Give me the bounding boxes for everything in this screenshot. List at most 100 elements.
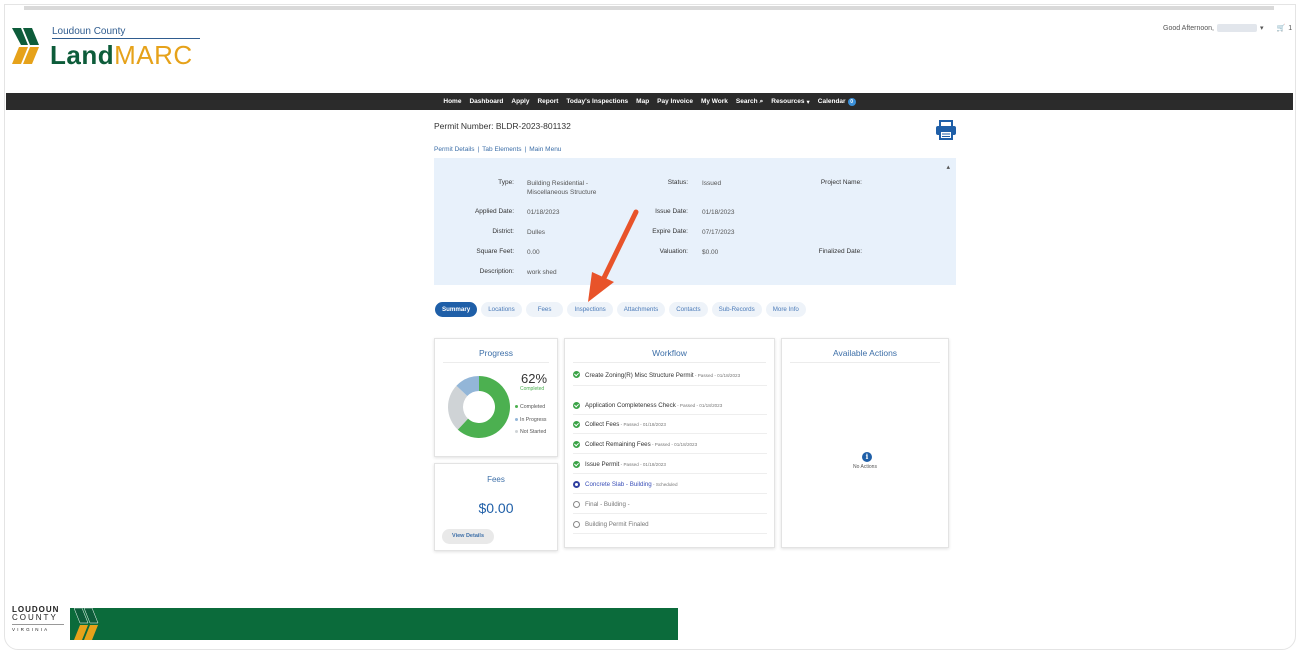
workflow-step-text: Application Completeness Check - Passed … — [585, 402, 722, 409]
actions-title: Available Actions — [832, 348, 898, 358]
nav-todays-inspections[interactable]: Today's Inspections — [566, 98, 628, 105]
nav-my-work[interactable]: My Work — [701, 98, 728, 105]
nav-report[interactable]: Report — [537, 98, 558, 105]
tab-inspections[interactable]: Inspections — [567, 302, 613, 317]
workflow-step[interactable]: Final - Building - — [573, 501, 767, 514]
nav-pay-invoice[interactable]: Pay Invoice — [657, 98, 693, 105]
workflow-step-status: - Passed - 01/18/2023 — [675, 403, 723, 408]
valuation-value: $0.00 — [702, 249, 719, 256]
workflow-step[interactable]: Collect Fees - Passed - 01/18/2023 — [573, 421, 767, 434]
link-separator: | — [524, 146, 527, 153]
status-value: Issued — [702, 180, 722, 187]
logo-brand-marc: MARC — [114, 40, 193, 70]
workflow-step[interactable]: Concrete Slab - Building - Scheduled — [573, 481, 767, 494]
footer-county: COUNTY — [12, 613, 58, 622]
workflow-card: Workflow Create Zoning(R) Misc Structure… — [564, 338, 775, 548]
workflow-step-status: - Passed - 01/18/2023 — [693, 373, 741, 378]
link-permit-details[interactable]: Permit Details — [434, 146, 474, 153]
legend-dot-completed — [515, 405, 518, 409]
workflow-step-status: - Passed - 01/18/2023 — [619, 422, 666, 427]
project-name-label: Project Name: — [820, 179, 862, 186]
top-strip — [24, 6, 1274, 10]
permit-tabs: Summary Locations Fees Inspections Attac… — [435, 302, 806, 317]
check-circle-icon — [573, 441, 580, 448]
workflow-step-status: - Passed - 01/18/2023 — [650, 442, 698, 447]
workflow-step-name: Final - Building - — [585, 501, 630, 508]
footer-county-logo[interactable]: LOUDOUN COUNTY VIRGINIA — [12, 606, 72, 632]
issue-date-value: 01/18/2023 — [702, 209, 735, 216]
workflow-step[interactable]: Collect Remaining Fees - Passed - 01/18/… — [573, 441, 767, 454]
nav-search-label: Search — [735, 98, 758, 105]
legend-completed: Completed — [515, 401, 547, 414]
workflow-step-name: Create Zoning(R) Misc Structure Permit — [585, 372, 694, 379]
nav-dashboard[interactable]: Dashboard — [469, 98, 503, 105]
user-greeting[interactable]: Good Afternoon, ▾ 🛒 1 — [1163, 24, 1292, 32]
logo-brand: LandMARC — [50, 40, 193, 71]
expire-date-value: 07/17/2023 — [702, 229, 735, 236]
nav-resources[interactable]: Resources ▾ — [771, 98, 810, 106]
tab-more-info[interactable]: More Info — [765, 302, 806, 317]
type-value: Building Residential - Miscellaneous Str… — [527, 180, 597, 196]
nav-calendar[interactable]: Calendar 0 — [817, 97, 856, 106]
workflow-step-text: Concrete Slab - Building - Scheduled — [585, 481, 678, 488]
tab-fees[interactable]: Fees — [525, 302, 564, 317]
tab-summary[interactable]: Summary — [435, 302, 478, 317]
footer-virginia: VIRGINIA — [12, 627, 50, 632]
district-label: District: — [492, 228, 514, 235]
legend-label: In Progress — [520, 416, 547, 423]
nav-home[interactable]: Home — [443, 98, 461, 105]
nav-search[interactable]: Search ⌕ — [736, 98, 763, 106]
workflow-step[interactable]: Building Permit Finaled — [573, 521, 767, 534]
permit-links: Permit Details | Tab Elements | Main Men… — [434, 146, 561, 153]
cart-count: 1 — [1288, 24, 1293, 32]
check-circle-icon — [573, 421, 580, 428]
status-label: Status: — [667, 179, 688, 186]
workflow-step[interactable]: Application Completeness Check - Passed … — [573, 402, 767, 415]
search-icon: ⌕ — [759, 97, 764, 105]
workflow-step[interactable]: Create Zoning(R) Misc Structure Permit -… — [573, 371, 767, 386]
no-actions-text: No Actions — [853, 464, 877, 470]
tab-contacts[interactable]: Contacts — [669, 302, 708, 317]
workflow-title: Workflow — [652, 348, 687, 358]
view-details-button[interactable]: View Details — [442, 529, 494, 544]
workflow-step-text: Collect Remaining Fees - Passed - 01/18/… — [585, 441, 697, 448]
fees-title: Fees — [487, 475, 505, 484]
workflow-step-name: Collect Remaining Fees — [585, 441, 651, 448]
county-chevron-logo-icon — [12, 28, 39, 64]
tab-attachments[interactable]: Attachments — [616, 302, 666, 317]
progress-title: Progress — [478, 348, 513, 358]
cart-icon[interactable]: 🛒 — [1277, 24, 1286, 32]
workflow-step-name: Issue Permit — [585, 461, 620, 468]
nav-resources-label: Resources — [771, 98, 805, 105]
tab-locations[interactable]: Locations — [481, 302, 522, 317]
empty-circle-icon — [573, 501, 580, 508]
info-icon: i — [862, 452, 872, 462]
fees-amount: $0.00 — [478, 500, 514, 516]
chevron-down-icon[interactable]: ▾ — [1260, 24, 1264, 32]
print-icon[interactable] — [935, 120, 957, 140]
legend-label: Not Started — [520, 429, 547, 435]
description-label: Description: — [479, 268, 514, 275]
link-tab-elements[interactable]: Tab Elements — [482, 146, 521, 153]
nav-apply[interactable]: Apply — [511, 98, 529, 105]
footer-chevron-icon — [74, 608, 99, 640]
caret-down-icon: ▾ — [806, 98, 810, 106]
link-separator: | — [477, 146, 480, 153]
workflow-step-text: Final - Building - — [585, 501, 630, 508]
link-main-menu[interactable]: Main Menu — [529, 146, 561, 153]
greeting-text: Good Afternoon, — [1163, 24, 1214, 32]
workflow-step-text: Issue Permit - Passed - 01/18/2023 — [585, 461, 666, 468]
workflow-step-name: Application Completeness Check — [585, 402, 676, 409]
footer-rule — [12, 624, 64, 625]
nav-calendar-label: Calendar — [817, 98, 846, 105]
workflow-step-text: Create Zoning(R) Misc Structure Permit -… — [585, 371, 740, 380]
card-divider — [790, 362, 940, 363]
workflow-step-status: - Passed - 01/18/2023 — [619, 462, 666, 467]
card-divider — [573, 362, 766, 363]
finalized-date-label: Finalized Date: — [818, 248, 862, 255]
workflow-step[interactable]: Issue Permit - Passed - 01/18/2023 — [573, 461, 767, 474]
collapse-caret-icon[interactable]: ▴ — [946, 163, 950, 171]
tab-sub-records[interactable]: Sub-Records — [711, 302, 762, 317]
user-name-redacted — [1216, 24, 1257, 32]
nav-map[interactable]: Map — [636, 98, 649, 105]
